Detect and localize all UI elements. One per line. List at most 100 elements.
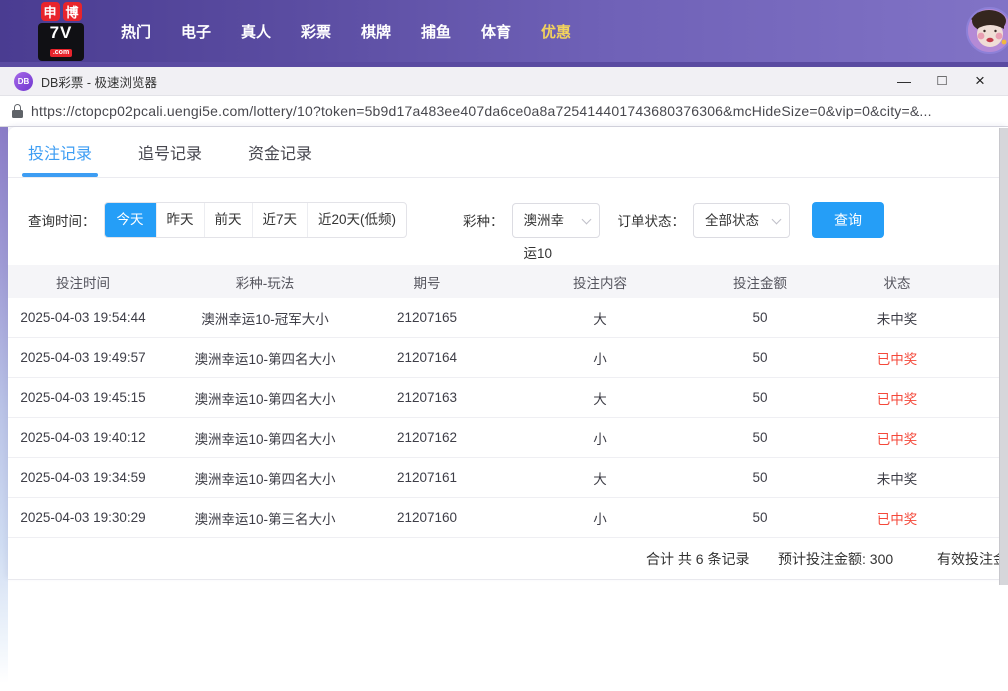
cell-amount: 50 — [718, 390, 802, 405]
nav-item-hot[interactable]: 热门 — [106, 21, 166, 42]
site-header: 申 博 7V .com 热门 电子 真人 彩票 棋牌 捕鱼 体育 优惠 — [0, 0, 1008, 62]
summary-expected-amount: 预计投注金额: 300 — [778, 538, 893, 580]
logo-badge-shen: 申 — [41, 2, 60, 21]
nav-item-promo[interactable]: 优惠 — [526, 21, 586, 42]
filter-bar: 查询时间： 今天 昨天 前天 近7天 近20天(低频) 彩种： 澳洲幸运10 订… — [28, 202, 1008, 238]
summary-valid-amount: 有效投注金 — [937, 538, 1007, 580]
browser-title-bar: DB DB彩票 - 极速浏览器 — □ × — [0, 67, 1008, 96]
cell-amount: 50 — [718, 350, 802, 365]
table-row: 2025-04-03 19:34:59 澳洲幸运10-第四名大小 2120716… — [8, 458, 1000, 498]
table-row: 2025-04-03 19:45:15 澳洲幸运10-第四名大小 2120716… — [8, 378, 1000, 418]
col-header-game: 彩种-玩法 — [158, 272, 372, 292]
search-button[interactable]: 查询 — [812, 202, 884, 238]
lottery-select-value: 澳洲幸运10 — [524, 213, 565, 261]
time-range-group: 今天 昨天 前天 近7天 近20天(低频) — [104, 202, 408, 238]
site-logo[interactable]: 申 博 7V .com — [36, 2, 86, 61]
time-option-20days[interactable]: 近20天(低频) — [307, 203, 406, 237]
cell-game: 澳洲幸运10-第三名大小 — [158, 508, 372, 528]
status-badge: 已中奖 — [802, 388, 992, 408]
maximize-icon[interactable]: □ — [934, 73, 950, 89]
tab-bet-records[interactable]: 投注记录 — [28, 140, 92, 177]
lottery-select[interactable]: 澳洲幸运10 — [512, 203, 600, 238]
status-badge: 未中奖 — [802, 308, 992, 328]
cell-time: 2025-04-03 19:54:44 — [8, 310, 158, 325]
cell-game: 澳洲幸运10-第四名大小 — [158, 388, 372, 408]
cell-game: 澳洲幸运10-第四名大小 — [158, 428, 372, 448]
cell-issue: 21207163 — [372, 390, 482, 405]
cell-time: 2025-04-03 19:30:29 — [8, 510, 158, 525]
cell-issue: 21207162 — [372, 430, 482, 445]
cell-time: 2025-04-03 19:45:15 — [8, 390, 158, 405]
logo-7v-box: 7V .com — [38, 23, 84, 61]
nav-item-fishing[interactable]: 捕鱼 — [406, 21, 466, 42]
table-row: 2025-04-03 19:30:29 澳洲幸运10-第三名大小 2120716… — [8, 498, 1000, 538]
table-row: 2025-04-03 19:40:12 澳洲幸运10-第四名大小 2120716… — [8, 418, 1000, 458]
cell-amount: 50 — [718, 310, 802, 325]
nav-item-slots[interactable]: 电子 — [166, 21, 226, 42]
time-option-daybefore[interactable]: 前天 — [204, 203, 252, 237]
summary-total-count: 合计 共 6 条记录 — [646, 538, 749, 580]
time-option-today[interactable]: 今天 — [105, 203, 156, 237]
minimize-icon[interactable]: — — [896, 73, 912, 89]
page-background-gradient — [0, 127, 8, 683]
cell-issue: 21207161 — [372, 470, 482, 485]
cell-game: 澳洲幸运10-第四名大小 — [158, 468, 372, 488]
lock-icon — [12, 104, 23, 118]
cell-time: 2025-04-03 19:49:57 — [8, 350, 158, 365]
logo-badge-bo: 博 — [63, 2, 82, 21]
cell-time: 2025-04-03 19:34:59 — [8, 470, 158, 485]
table-row: 2025-04-03 19:54:44 澳洲幸运10-冠军大小 21207165… — [8, 298, 1000, 338]
url-bar[interactable]: https://ctopcp02pcali.uengi5e.com/lotter… — [0, 96, 1008, 127]
time-filter-label: 查询时间： — [28, 210, 96, 230]
order-status-value: 全部状态 — [705, 213, 759, 228]
status-filter-label: 订单状态： — [618, 210, 686, 230]
col-header-time: 投注时间 — [8, 272, 158, 292]
cell-content: 小 — [482, 348, 718, 368]
status-badge: 未中奖 — [802, 468, 992, 488]
page-scrollbar[interactable] — [999, 128, 1008, 585]
window-controls: — □ × — [896, 73, 988, 89]
page-viewport: 投注记录 追号记录 资金记录 查询时间： 今天 昨天 前天 近7天 近20天(低… — [0, 127, 1008, 691]
lottery-filter-label: 彩种： — [463, 210, 504, 230]
nav-item-sports[interactable]: 体育 — [466, 21, 526, 42]
status-badge: 已中奖 — [802, 508, 992, 528]
table-header-row: 投注时间 彩种-玩法 期号 投注内容 投注金额 状态 — [8, 265, 1000, 298]
cell-game: 澳洲幸运10-第四名大小 — [158, 348, 372, 368]
table-row: 2025-04-03 19:49:57 澳洲幸运10-第四名大小 2120716… — [8, 338, 1000, 378]
table-summary-row: 合计 共 6 条记录 预计投注金额: 300 有效投注金 — [8, 538, 1000, 580]
close-icon[interactable]: × — [972, 73, 988, 89]
cell-issue: 21207165 — [372, 310, 482, 325]
user-avatar[interactable] — [966, 7, 1008, 54]
col-header-content: 投注内容 — [482, 272, 718, 292]
time-option-7days[interactable]: 近7天 — [252, 203, 308, 237]
cell-amount: 50 — [718, 470, 802, 485]
cell-content: 小 — [482, 428, 718, 448]
col-header-amount: 投注金额 — [718, 272, 802, 292]
tab-fund-records[interactable]: 资金记录 — [248, 140, 312, 177]
main-nav: 热门 电子 真人 彩票 棋牌 捕鱼 体育 优惠 — [106, 21, 586, 42]
bet-records-table: 投注时间 彩种-玩法 期号 投注内容 投注金额 状态 2025-04-03 19… — [8, 265, 1000, 580]
avatar-image — [968, 9, 1008, 52]
nav-item-board[interactable]: 棋牌 — [346, 21, 406, 42]
record-tabs: 投注记录 追号记录 资金记录 — [8, 127, 1008, 178]
cell-content: 小 — [482, 508, 718, 528]
logo-7v-text: 7V — [38, 24, 84, 41]
chevron-down-icon — [581, 214, 591, 224]
cell-content: 大 — [482, 468, 718, 488]
logo-com-text: .com — [50, 49, 72, 57]
content-card: 投注记录 追号记录 资金记录 查询时间： 今天 昨天 前天 近7天 近20天(低… — [8, 127, 1008, 580]
time-option-yesterday[interactable]: 昨天 — [156, 203, 204, 237]
status-badge: 已中奖 — [802, 428, 992, 448]
cell-issue: 21207164 — [372, 350, 482, 365]
browser-favicon-icon: DB — [14, 72, 33, 91]
order-status-select[interactable]: 全部状态 — [693, 203, 790, 238]
url-text[interactable]: https://ctopcp02pcali.uengi5e.com/lotter… — [31, 103, 932, 119]
col-header-status: 状态 — [802, 272, 992, 292]
nav-item-lottery[interactable]: 彩票 — [286, 21, 346, 42]
tab-chase-records[interactable]: 追号记录 — [138, 140, 202, 177]
window-title: DB彩票 - 极速浏览器 — [41, 72, 157, 91]
nav-item-live[interactable]: 真人 — [226, 21, 286, 42]
cell-content: 大 — [482, 308, 718, 328]
cell-issue: 21207160 — [372, 510, 482, 525]
chevron-down-icon — [772, 214, 782, 224]
